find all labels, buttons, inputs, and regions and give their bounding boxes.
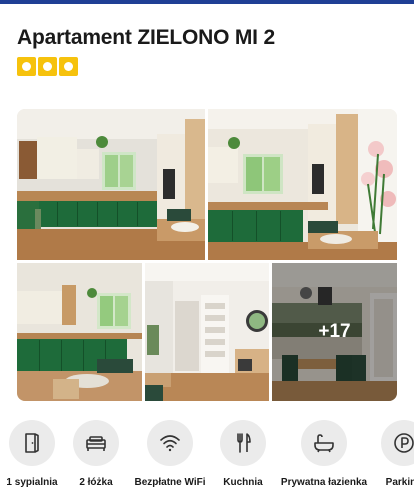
fork-knife-icon	[237, 433, 251, 453]
wifi-icon	[160, 435, 180, 452]
amenities-row: 1 sypialnia 2 łóżka Bezpłatne WiFi Kuchn…	[0, 420, 414, 500]
parking-icon	[394, 433, 414, 453]
hallway-photo[interactable]	[145, 263, 269, 401]
amenity-label: Prywatna łazienka	[280, 477, 368, 488]
amenity-beds[interactable]: 2 łóżka	[56, 420, 136, 488]
kitchen-photo-2[interactable]	[208, 109, 397, 260]
amenity-label: 2 łóżka	[79, 477, 113, 488]
star-square-icon	[59, 57, 78, 76]
kitchen-photo-1[interactable]	[17, 109, 205, 260]
bed-icon	[86, 436, 106, 451]
amenity-parking[interactable]: Parking	[364, 420, 414, 488]
door-icon	[25, 433, 39, 453]
rating-stars	[17, 57, 78, 76]
amenity-label: Kuchnia	[223, 477, 263, 488]
kitchen-photo-3[interactable]	[17, 263, 142, 401]
amenity-label: Parking	[385, 477, 414, 488]
amenity-wifi[interactable]: Bezpłatne WiFi	[130, 420, 210, 488]
photo-gallery: +17	[17, 109, 397, 401]
bathtub-icon	[314, 434, 334, 453]
property-title: Apartament ZIELONO MI 2	[17, 26, 275, 49]
more-photos-count: +17	[318, 321, 351, 342]
star-square-icon	[38, 57, 57, 76]
amenity-bathroom[interactable]: Prywatna łazienka	[280, 420, 368, 488]
amenity-label: 1 sypialnia	[6, 477, 58, 488]
star-square-icon	[17, 57, 36, 76]
top-accent-bar	[0, 0, 414, 4]
more-photos-overlay[interactable]: +17	[272, 263, 397, 401]
dining-photo[interactable]: +17	[272, 263, 397, 401]
amenity-label: Bezpłatne WiFi	[134, 477, 206, 488]
amenity-kitchen[interactable]: Kuchnia	[203, 420, 283, 488]
